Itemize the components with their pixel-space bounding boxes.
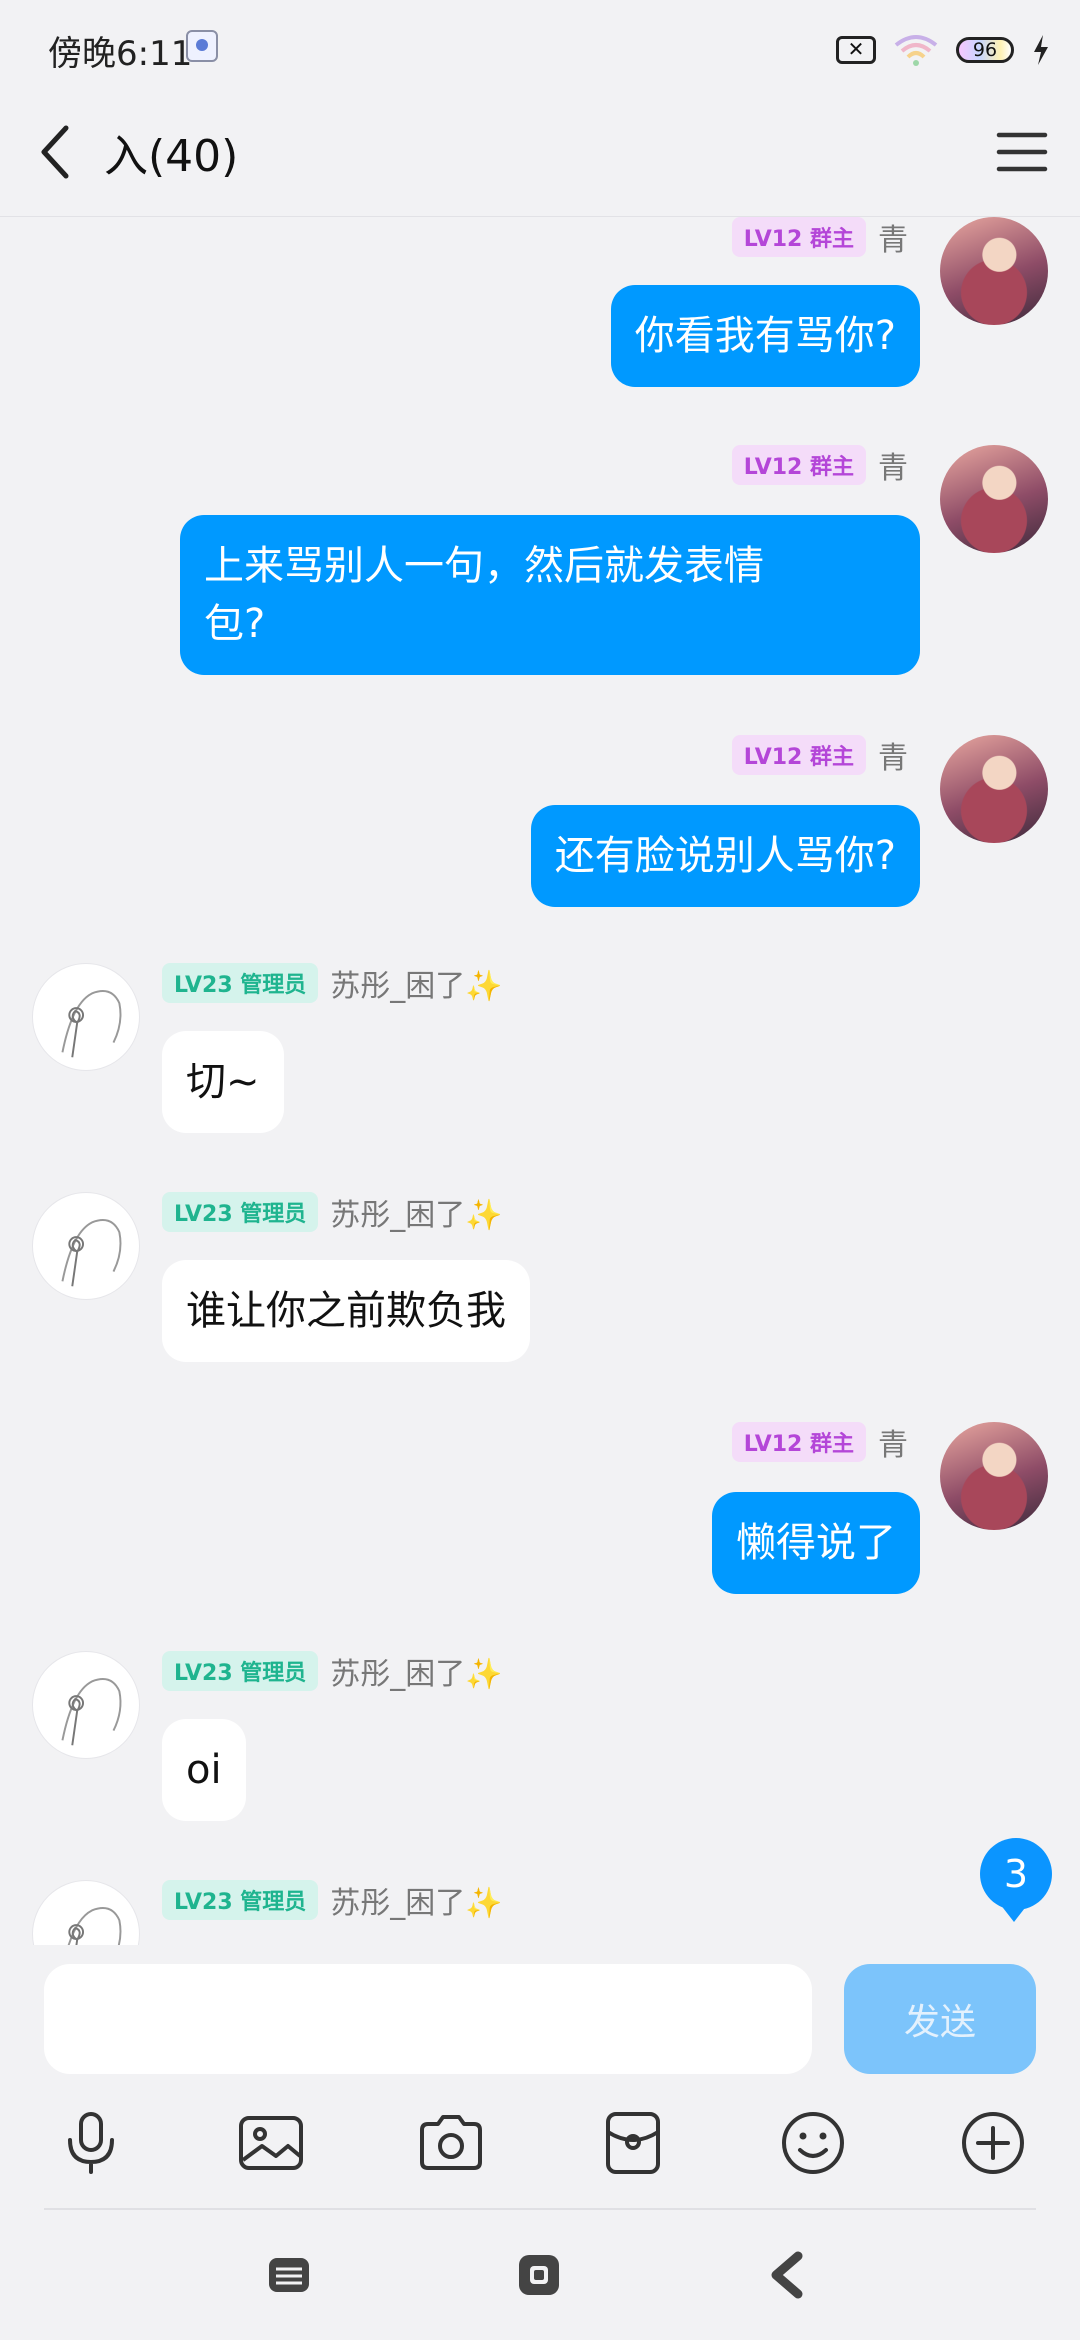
send-button[interactable]: 发送 bbox=[844, 1964, 1036, 2074]
avatar[interactable] bbox=[940, 1422, 1048, 1530]
sender-meta: LV12 群主 青 bbox=[731, 217, 908, 258]
sender-name: 苏彤_困了✨ bbox=[330, 1198, 503, 1233]
admin-badge: LV23 管理员 bbox=[162, 963, 319, 1003]
sender-meta: LV23 管理员 苏彤_困了✨ bbox=[162, 1651, 503, 1692]
message-text: 懒得说了 bbox=[736, 1520, 896, 1566]
message-bubble[interactable]: 上来骂别人一句，然后就发表情 包? bbox=[180, 515, 920, 675]
status-bar: 傍晚6:11 ✕ 96 bbox=[0, 0, 1080, 96]
message-text: 谁让你之前欺负我 bbox=[186, 1288, 506, 1334]
input-bar: 发送 bbox=[0, 1946, 1080, 2076]
back-nav-icon[interactable] bbox=[764, 2250, 814, 2300]
message-bubble[interactable]: oi bbox=[162, 1719, 246, 1821]
red-packet-icon[interactable] bbox=[598, 2108, 668, 2178]
message-incoming: LV23 管理员 苏彤_困了✨ 切~ bbox=[0, 963, 1080, 1173]
sketch-avatar-icon bbox=[61, 1678, 122, 1746]
avatar[interactable] bbox=[940, 735, 1048, 843]
owner-badge: LV12 群主 bbox=[731, 445, 866, 485]
message-bubble[interactable]: 谁让你之前欺负我 bbox=[162, 1260, 530, 1362]
battery-level: 96 bbox=[972, 39, 998, 61]
sender-meta: LV12 群主 青 bbox=[731, 735, 908, 776]
message-bubble[interactable]: 你看我有骂你? bbox=[610, 285, 920, 387]
sender-name: 苏彤_困了✨ bbox=[330, 969, 503, 1004]
message-text: 你看我有骂你? bbox=[634, 313, 896, 359]
message-incoming: LV23 管理员 苏彤_困了✨ 谁让你之前欺负我 bbox=[0, 1192, 1080, 1402]
owner-badge: LV12 群主 bbox=[731, 735, 866, 775]
message-outgoing: LV12 群主 青 还有脸说别人骂你? bbox=[0, 735, 1080, 945]
avatar[interactable] bbox=[32, 1651, 140, 1759]
avatar[interactable] bbox=[940, 445, 1048, 553]
message-outgoing: LV12 群主 青 懒得说了 bbox=[0, 1422, 1080, 1632]
message-incoming: LV23 管理员 苏彤_困了✨ bbox=[0, 1880, 1080, 1945]
sender-meta: LV23 管理员 苏彤_困了✨ bbox=[162, 963, 503, 1004]
message-incoming: LV23 管理员 苏彤_困了✨ oi bbox=[0, 1651, 1080, 1861]
admin-badge: LV23 管理员 bbox=[162, 1880, 319, 1920]
plus-icon[interactable] bbox=[958, 2108, 1028, 2178]
sender-name: 青 bbox=[878, 451, 908, 486]
sender-name: 青 bbox=[878, 741, 908, 776]
avatar[interactable] bbox=[32, 1192, 140, 1300]
battery-icon: 96 bbox=[956, 37, 1014, 63]
sender-name: 青 bbox=[878, 223, 908, 258]
message-text: 切~ bbox=[186, 1059, 260, 1105]
chat-header: 入(40) bbox=[0, 96, 1080, 217]
microphone-icon[interactable] bbox=[56, 2108, 126, 2178]
message-text: oi bbox=[186, 1747, 222, 1793]
message-outgoing: LV12 群主 青 你看我有骂你? bbox=[0, 217, 1080, 427]
avatar[interactable] bbox=[32, 963, 140, 1071]
message-outgoing: LV12 群主 青 上来骂别人一句，然后就发表情 包? bbox=[0, 445, 1080, 705]
input-toolbar bbox=[0, 2096, 1080, 2186]
sender-name: 苏彤_困了✨ bbox=[330, 1886, 503, 1921]
status-time: 傍晚6:11 bbox=[48, 34, 193, 74]
message-bubble[interactable]: 懒得说了 bbox=[712, 1492, 920, 1594]
owner-badge: LV12 群主 bbox=[731, 1422, 866, 1462]
sender-name: 青 bbox=[878, 1428, 908, 1463]
recent-apps-icon[interactable] bbox=[264, 2250, 314, 2300]
avatar[interactable] bbox=[940, 217, 1048, 325]
message-text: 上来骂别人一句，然后就发表情 bbox=[204, 543, 764, 589]
charging-icon bbox=[1034, 35, 1048, 65]
message-bubble[interactable]: 还有脸说别人骂你? bbox=[530, 805, 920, 907]
admin-badge: LV23 管理员 bbox=[162, 1192, 319, 1232]
sketch-avatar-icon bbox=[67, 1907, 122, 1945]
sender-meta: LV23 管理员 苏彤_困了✨ bbox=[162, 1192, 503, 1233]
back-icon[interactable] bbox=[36, 122, 76, 182]
sender-meta: LV23 管理员 苏彤_困了✨ bbox=[162, 1880, 503, 1921]
unread-count-badge[interactable]: 3 bbox=[980, 1838, 1052, 1922]
wifi-icon bbox=[894, 35, 938, 66]
message-text: 包? bbox=[204, 601, 266, 647]
divider bbox=[44, 2208, 1036, 2210]
sender-meta: LV12 群主 青 bbox=[731, 445, 908, 486]
menu-icon[interactable] bbox=[996, 130, 1048, 174]
sketch-avatar-icon bbox=[61, 1219, 122, 1287]
sender-meta: LV12 群主 青 bbox=[731, 1422, 908, 1463]
image-icon[interactable] bbox=[236, 2108, 306, 2178]
group-title: 入(40) bbox=[104, 131, 239, 182]
admin-badge: LV23 管理员 bbox=[162, 1651, 319, 1691]
status-icons: ✕ 96 bbox=[836, 30, 1050, 70]
system-navigation-bar bbox=[0, 2212, 1080, 2340]
notification-app-icon bbox=[186, 30, 218, 62]
message-bubble[interactable]: 切~ bbox=[162, 1031, 284, 1133]
message-input[interactable] bbox=[44, 1964, 812, 2074]
sketch-avatar-icon bbox=[61, 990, 122, 1058]
emoji-icon[interactable] bbox=[778, 2108, 848, 2178]
owner-badge: LV12 群主 bbox=[731, 217, 866, 257]
camera-icon[interactable] bbox=[416, 2108, 486, 2178]
avatar[interactable] bbox=[32, 1880, 140, 1945]
message-list[interactable]: LV12 群主 青 你看我有骂你? LV12 群主 青 上来骂别人一句，然后就发… bbox=[0, 217, 1080, 1945]
no-sim-icon: ✕ bbox=[836, 36, 876, 64]
message-text: 还有脸说别人骂你? bbox=[554, 833, 896, 879]
sender-name: 苏彤_困了✨ bbox=[330, 1657, 503, 1692]
home-icon[interactable] bbox=[514, 2250, 564, 2300]
